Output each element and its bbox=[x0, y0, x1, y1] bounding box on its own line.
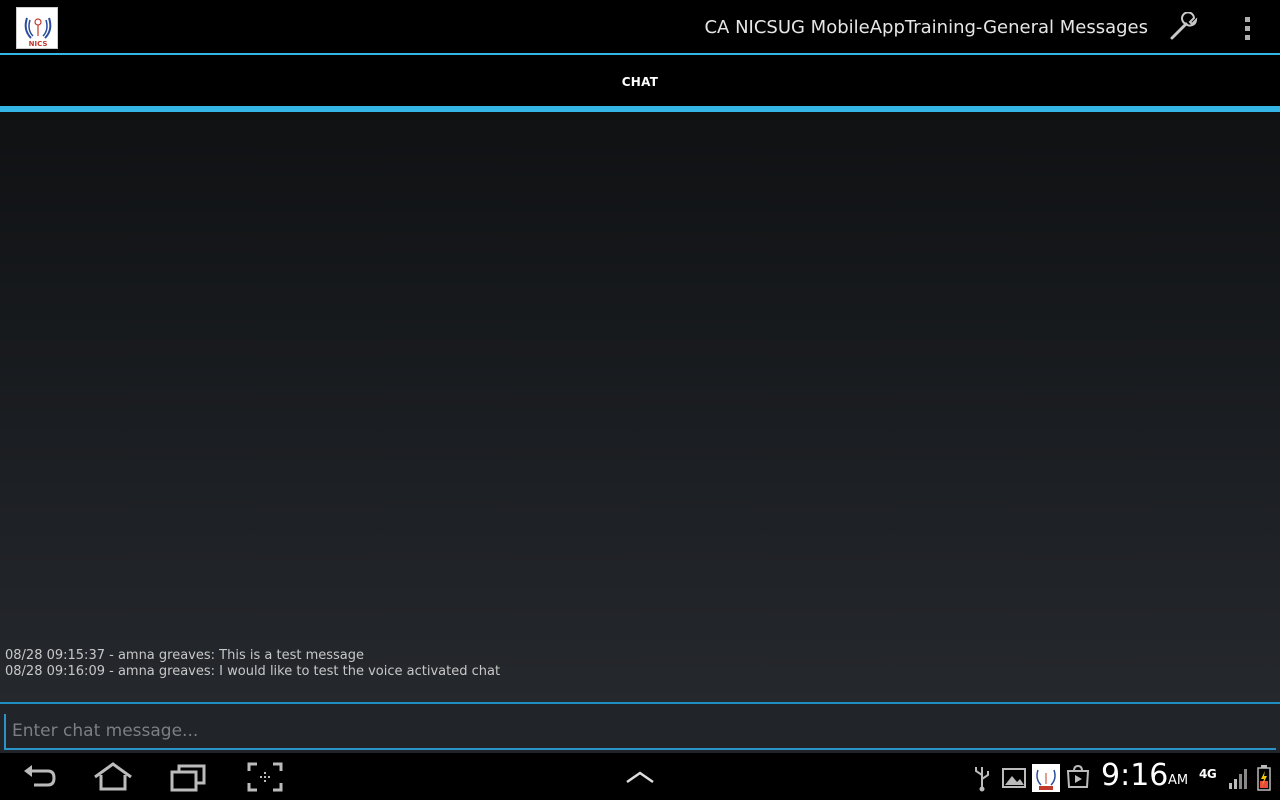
network-type: 4G bbox=[1199, 763, 1229, 795]
chat-message: 08/28 09:16:09 - amna greaves: I would l… bbox=[5, 664, 501, 679]
chat-log: 08/28 09:15:37 - amna greaves: This is a… bbox=[5, 648, 1265, 680]
home-icon[interactable] bbox=[91, 761, 135, 793]
tab-label: CHAT bbox=[621, 74, 659, 89]
app-title: CA NICSUG MobileAppTraining-General Mess… bbox=[704, 17, 1148, 38]
gallery-icon bbox=[1002, 761, 1026, 793]
tab-bar: CHAT bbox=[0, 57, 1280, 106]
signal-icon bbox=[1227, 761, 1249, 793]
chat-message: 08/28 09:15:37 - amna greaves: This is a… bbox=[5, 648, 364, 663]
nics-app-icon bbox=[1032, 764, 1060, 792]
network-label: 4G bbox=[1199, 767, 1217, 781]
chat-area[interactable]: 08/28 09:15:37 - amna greaves: This is a… bbox=[0, 112, 1280, 702]
system-bar: 9:16 AM 4G bbox=[0, 753, 1280, 800]
overflow-menu-icon[interactable] bbox=[1234, 12, 1262, 44]
clock-ampm: AM bbox=[1168, 773, 1189, 788]
wrench-icon[interactable] bbox=[1166, 11, 1202, 44]
chat-message-input[interactable] bbox=[4, 714, 1276, 750]
play-store-icon bbox=[1066, 761, 1090, 793]
chevron-up-icon[interactable] bbox=[624, 761, 656, 793]
recent-apps-icon[interactable] bbox=[168, 761, 208, 793]
action-bar: NICS CA NICSUG MobileAppTraining-General… bbox=[0, 0, 1280, 55]
tab-chat[interactable]: CHAT bbox=[0, 57, 1280, 106]
screenshot-icon[interactable] bbox=[246, 761, 284, 793]
logo-text: NICS bbox=[29, 40, 48, 48]
chat-input-area bbox=[0, 702, 1280, 753]
usb-icon bbox=[972, 761, 992, 793]
battery-icon bbox=[1256, 761, 1272, 793]
back-icon[interactable] bbox=[20, 761, 58, 793]
clock-time: 9:16 bbox=[1101, 758, 1169, 793]
nics-logo-icon[interactable]: NICS bbox=[16, 7, 58, 49]
